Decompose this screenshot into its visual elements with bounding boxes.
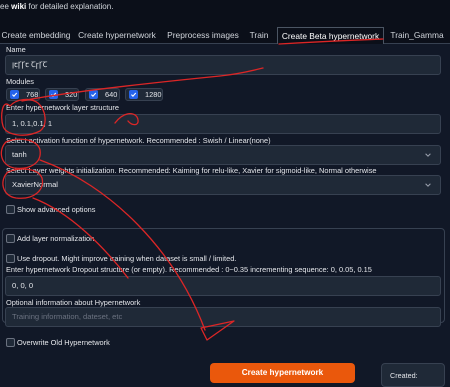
modules-label: Modules bbox=[6, 77, 34, 86]
top-note-prefix: ee bbox=[0, 2, 12, 11]
show-advanced-label: Show advanced options bbox=[17, 205, 96, 214]
layer-structure-input[interactable]: 1, 0.1,0.1, 1 bbox=[5, 114, 441, 134]
created-output: Created: bbox=[381, 363, 445, 387]
overwrite-label: Overwrite Old Hypernetwork bbox=[17, 338, 110, 347]
init-value: XavierNormal bbox=[12, 180, 58, 189]
create-hypernetwork-button[interactable]: Create hypernetwork bbox=[210, 363, 355, 383]
tab-train[interactable]: Train bbox=[245, 27, 273, 44]
activation-select[interactable]: tanh bbox=[5, 145, 441, 165]
tab-create-beta-hypernetwork[interactable]: Create Beta hypernetwork bbox=[277, 27, 384, 45]
module-1280-label: 1280 bbox=[145, 90, 162, 99]
checkmark-icon bbox=[89, 90, 98, 99]
tab-preprocess-images[interactable]: Preprocess images bbox=[163, 27, 243, 44]
layer-norm-checkbox[interactable] bbox=[6, 234, 15, 243]
created-label: Created: bbox=[390, 371, 418, 380]
show-advanced-checkbox[interactable] bbox=[6, 205, 15, 214]
chevron-down-icon bbox=[425, 153, 431, 157]
module-1280-checkbox[interactable]: 1280 bbox=[129, 88, 161, 101]
dropout-label: Use dropout. Might improve training when… bbox=[17, 254, 237, 263]
layer-structure-label: Enter hypernetwork layer structure bbox=[6, 103, 119, 112]
name-label: Name bbox=[6, 45, 26, 54]
module-320-label: 320 bbox=[65, 90, 78, 99]
module-768-label: 768 bbox=[26, 90, 39, 99]
dropout-structure-label: Enter hypernetwork Dropout structure (or… bbox=[6, 265, 372, 274]
tab-bar: Create embedding Create hypernetwork Pre… bbox=[0, 27, 450, 45]
tab-train-gamma[interactable]: Train_Gamma bbox=[388, 27, 446, 44]
top-note: ee wiki for detailed explanation. bbox=[0, 2, 113, 11]
dropout-checkbox[interactable] bbox=[6, 254, 15, 263]
overwrite-checkbox[interactable] bbox=[6, 338, 15, 347]
top-note-suffix: for detailed explanation. bbox=[26, 2, 114, 11]
activation-value: tanh bbox=[12, 150, 27, 159]
activation-label: Select activation function of hypernetwo… bbox=[6, 136, 271, 145]
dropout-structure-input[interactable]: 0, 0, 0 bbox=[5, 276, 441, 296]
layer-norm-label: Add layer normalization bbox=[17, 234, 95, 243]
chevron-down-icon bbox=[425, 183, 431, 187]
tab-create-embedding[interactable]: Create embedding bbox=[0, 27, 72, 44]
module-640-checkbox[interactable]: 640 bbox=[89, 88, 117, 101]
init-select[interactable]: XavierNormal bbox=[5, 175, 441, 195]
checkmark-icon bbox=[49, 90, 58, 99]
module-768-checkbox[interactable]: 768 bbox=[10, 88, 38, 101]
checkmark-icon bbox=[129, 90, 138, 99]
init-label: Select Layer weights initialization. Rec… bbox=[6, 166, 377, 175]
module-320-checkbox[interactable]: 320 bbox=[49, 88, 77, 101]
tab-create-hypernetwork[interactable]: Create hypernetwork bbox=[74, 27, 160, 44]
optional-info-label: Optional information about Hypernetwork bbox=[6, 298, 141, 307]
checkmark-icon bbox=[10, 90, 19, 99]
wiki-link[interactable]: wiki bbox=[11, 2, 26, 11]
name-input[interactable]: ꞁꞇꞄꞄꞇ ꞆꞅꞄꞆ bbox=[5, 55, 441, 75]
module-640-label: 640 bbox=[105, 90, 118, 99]
optional-info-input[interactable]: Training information, dateset, etc bbox=[5, 307, 441, 327]
